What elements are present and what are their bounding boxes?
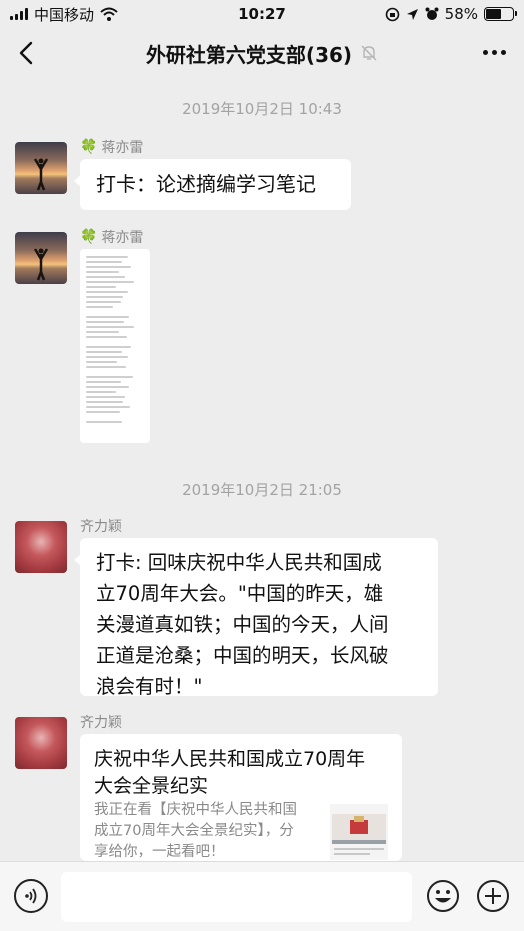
card-title: 庆祝中华人民共和国成立70周年 大会全景纪实 [94,748,366,797]
message-text: 打卡：论述摘编学习笔记 [96,172,316,196]
clock: 10:27 [238,5,286,23]
avatar[interactable] [15,521,67,573]
message-bubble[interactable]: 打卡: 回味庆祝中华人民共和国成 立70周年大会。"中国的昨天，雄 关漫道真如铁… [74,538,438,698]
sender-name: 🍀 蒋亦雷 [80,229,144,246]
nav-bar: 外研社第六党支部(36) [0,28,524,78]
document-text-line [86,271,119,273]
status-bar: 中国移动 10:27 58% [0,0,524,28]
sender-name: 齐力颖 [80,519,122,535]
emoji-icon[interactable] [426,879,460,913]
document-text-line [86,286,116,288]
document-text-line [86,376,133,378]
avatar[interactable] [15,142,67,194]
document-text-line [86,391,116,393]
mute-bell-icon [361,45,377,61]
sender-name: 🍀 蒋亦雷 [80,139,144,156]
timestamp: 2019年10月2日 21:05 [182,481,342,499]
document-text-line [86,326,134,328]
document-text-line [86,406,131,408]
avatar[interactable] [15,717,67,769]
battery-percent: 58% [444,5,478,23]
message-line: 立70周年大会。"中国的昨天，雄 [96,582,384,605]
message-line: 正道是沧桑；中国的明天，长风破 [96,644,389,667]
document-text-line [86,316,130,318]
card-thumbnail [330,804,388,860]
voice-icon[interactable] [14,879,48,913]
signal-icon [10,8,28,20]
status-right: 58% [385,5,517,23]
document-text-line [86,336,127,338]
document-text-line [86,361,118,363]
document-text-line [86,291,128,293]
document-text-line [86,366,126,368]
video-thumbnail-image [332,814,386,855]
battery-icon [484,7,517,21]
clover-icon: 🍀 [80,229,98,245]
status-left: 中国移动 [10,4,118,25]
more-icon[interactable] [483,50,506,55]
sender-name: 齐力颖 [80,715,122,731]
timestamp: 2019年10月2日 10:43 [182,100,342,118]
document-text-line [86,386,130,388]
document-text-line [86,381,121,383]
message-bubble[interactable]: 打卡：论述摘编学习笔记 [74,159,351,210]
input-bar [0,861,524,931]
link-card[interactable]: 庆祝中华人民共和国成立70周年 大会全景纪实 我正在看【庆祝中华人民共和国 成立… [80,734,402,861]
document-text-line [86,261,122,263]
document-text-line [86,346,131,348]
document-text-line [86,401,124,403]
message-line: 浪会有时！" [96,675,203,698]
carrier-label: 中国移动 [34,5,95,24]
clover-icon: 🍀 [80,139,98,155]
document-text-line [86,411,120,413]
document-text-line [86,421,122,423]
chat-title-text: 外研社第六党支部(36) [145,42,353,67]
message-line: 关漫道真如铁；中国的今天，人间 [96,613,389,636]
document-text-line [86,276,125,278]
document-text-line [86,351,122,353]
back-icon[interactable] [14,40,40,66]
document-text-line [86,331,119,333]
rotation-lock-icon [385,7,399,21]
message-line: 打卡: 回味庆祝中华人民共和国成 [96,551,382,574]
document-text-line [86,306,113,308]
avatar[interactable] [15,232,67,284]
document-text-line [86,356,128,358]
chat-title: 外研社第六党支部(36) [146,39,378,68]
wifi-icon [100,7,118,21]
document-image [86,256,146,423]
document-text-line [86,301,121,303]
document-text-line [86,281,134,283]
alarm-icon [425,7,439,20]
document-text-line [86,296,124,298]
document-text-line [86,266,131,268]
card-description: 我正在看【庆祝中华人民共和国 成立70周年大会全景纪实】，分 享给你，一起看吧！ [94,802,297,860]
message-input[interactable] [61,872,412,922]
location-icon [406,8,418,20]
plus-icon[interactable] [476,879,510,913]
person-silhouette-icon [33,158,49,191]
document-text-line [86,396,125,398]
document-text-line [86,256,128,258]
person-silhouette-icon [33,248,49,281]
document-text-line [86,321,125,323]
battery-fill [486,9,502,19]
image-message[interactable] [80,249,150,443]
